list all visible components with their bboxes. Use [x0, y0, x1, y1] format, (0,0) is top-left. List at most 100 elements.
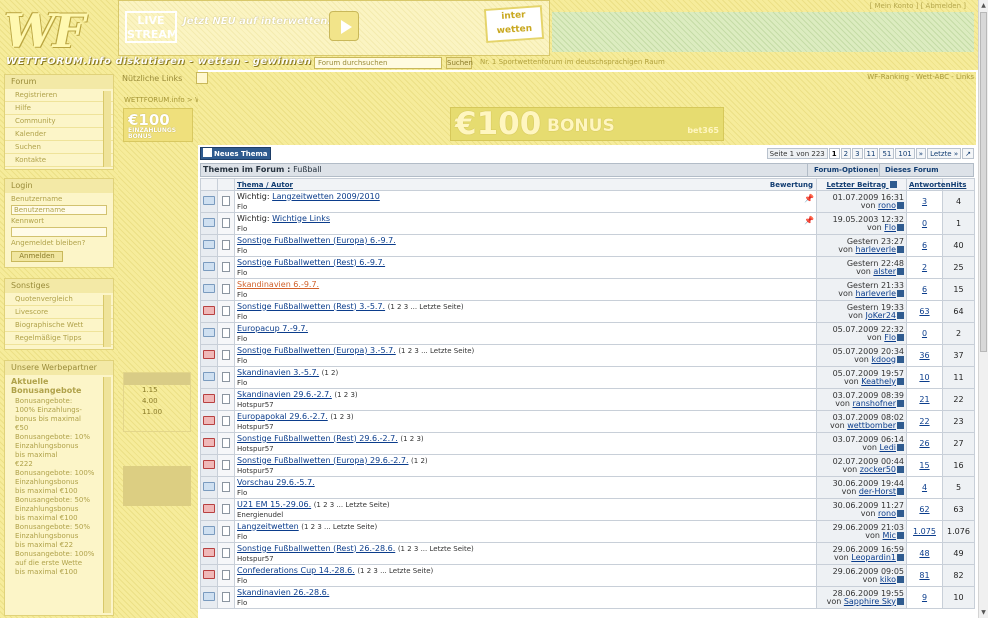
- new-thread-button[interactable]: Neues Thema: [200, 147, 272, 160]
- thread-author[interactable]: Hotspur57: [237, 444, 814, 454]
- header-last-post[interactable]: Letzter Beitrag: [816, 178, 907, 191]
- jump-page-icon[interactable]: ↗: [962, 148, 974, 159]
- thread-title-link[interactable]: Sonstige Fußballwetten (Europa) 3.-5.7.: [237, 346, 396, 355]
- sidebar-extras-scrollbar[interactable]: [103, 295, 111, 347]
- page-link[interactable]: 51: [879, 148, 895, 159]
- go-to-last-post-icon[interactable]: [897, 377, 904, 385]
- go-to-last-post-icon[interactable]: [897, 575, 904, 583]
- username-field[interactable]: Benutzername: [11, 205, 107, 215]
- replies-link[interactable]: 1.075: [913, 527, 936, 536]
- go-to-last-post-icon[interactable]: [897, 443, 904, 451]
- page-link[interactable]: 101: [895, 148, 915, 159]
- last-post-user[interactable]: kdoog: [871, 355, 896, 364]
- go-to-last-post-icon[interactable]: [897, 421, 904, 429]
- last-post-user[interactable]: harleverle: [856, 245, 897, 254]
- thread-author[interactable]: Flo: [237, 202, 814, 212]
- thread-title-link[interactable]: Vorschau 29.6.-5.7.: [237, 478, 315, 487]
- last-post-user[interactable]: kiko: [880, 575, 896, 584]
- thread-author[interactable]: Flo: [237, 268, 814, 278]
- last-post-user[interactable]: Keathely: [861, 377, 896, 386]
- thread-author[interactable]: Hotspur57: [237, 466, 814, 476]
- offer-line[interactable]: Bonusangebote: 50%: [5, 496, 113, 505]
- header-author-label[interactable]: Autor: [271, 181, 293, 189]
- thread-title-link[interactable]: Confederations Cup 14.-28.6.: [237, 566, 355, 575]
- go-to-last-post-icon[interactable]: [897, 487, 904, 495]
- thread-author[interactable]: Energienudel: [237, 510, 814, 520]
- last-post-user[interactable]: der-Horst: [859, 487, 896, 496]
- go-to-last-post-icon[interactable]: [897, 553, 904, 561]
- go-to-last-post-icon[interactable]: [897, 201, 904, 209]
- sidebar-item-livescore[interactable]: Livescore: [5, 306, 113, 319]
- thread-title-link[interactable]: Skandinavien 6.-9.7.: [237, 280, 319, 289]
- replies-link[interactable]: 9: [922, 593, 927, 602]
- replies-link[interactable]: 10: [919, 373, 929, 382]
- go-to-last-post-icon[interactable]: [897, 509, 904, 517]
- thread-title-link[interactable]: Skandinavien 26.-28.6.: [237, 588, 329, 597]
- last-post-user[interactable]: Flo: [884, 333, 896, 342]
- poll-option-3[interactable]: 11.00: [124, 407, 190, 418]
- go-to-last-post-icon[interactable]: [897, 289, 904, 297]
- replies-link[interactable]: 21: [919, 395, 929, 404]
- replies-link[interactable]: 15: [919, 461, 929, 470]
- thread-title-link[interactable]: Skandinavien 29.6.-2.7.: [237, 390, 332, 399]
- sidebar-item-help[interactable]: Hilfe: [5, 102, 113, 115]
- page-link[interactable]: 2: [840, 148, 852, 159]
- last-post-user[interactable]: rono: [878, 509, 896, 518]
- sidebar-scrollbar[interactable]: [103, 91, 111, 167]
- forum-search-menu[interactable]: Dieses Forum durchsuchen: [879, 164, 973, 186]
- sidebar-item-community[interactable]: Community: [5, 115, 113, 128]
- last-post-user[interactable]: alster: [873, 267, 896, 276]
- last-post-user[interactable]: Ledi: [879, 443, 896, 452]
- sidebar-offers-scrollbar[interactable]: [103, 377, 111, 613]
- offer-line[interactable]: auf die erste Wette: [5, 559, 113, 568]
- replies-link[interactable]: 4: [922, 483, 927, 492]
- go-to-last-post-icon[interactable]: [897, 245, 904, 253]
- offer-line[interactable]: Einzahlungsbonus: [5, 442, 113, 451]
- thread-page-links[interactable]: (1 2): [411, 457, 428, 465]
- last-post-user[interactable]: Sapphire Sky: [844, 597, 896, 606]
- top-page-links[interactable]: WF-Ranking - Wett-ABC - Links: [867, 73, 974, 81]
- thread-author[interactable]: Flo: [237, 334, 814, 344]
- offer-line[interactable]: Bonusangebote: 10%: [5, 433, 113, 442]
- replies-link[interactable]: 81: [919, 571, 929, 580]
- header-rating-label[interactable]: Bewertung: [770, 181, 813, 189]
- page-link[interactable]: 3: [852, 148, 863, 159]
- go-to-last-post-icon[interactable]: [897, 333, 904, 341]
- sidebar-item-contacts[interactable]: Kontakte: [5, 154, 113, 167]
- header-topic[interactable]: Thema / Autor Bewertung: [234, 178, 817, 191]
- thread-page-links[interactable]: (1 2 3 ... Letzte Seite): [314, 501, 390, 509]
- thread-page-links[interactable]: (1 2 3): [334, 391, 357, 399]
- thread-author[interactable]: Hotspur57: [237, 422, 814, 432]
- thread-author[interactable]: Flo: [237, 312, 814, 322]
- last-post-user[interactable]: Leopardin1: [851, 553, 896, 562]
- offer-line[interactable]: Bonusangebote: 100%: [5, 469, 113, 478]
- page-link-current[interactable]: 1: [828, 148, 840, 159]
- thread-page-links[interactable]: (1 2 3): [330, 413, 353, 421]
- offer-line[interactable]: bis maximal €100: [5, 487, 113, 496]
- last-page-link[interactable]: Letzte »: [927, 148, 962, 159]
- go-to-last-post-icon[interactable]: [897, 355, 904, 363]
- sidebar-item-bio-bet[interactable]: Biographische Wett: [5, 319, 113, 332]
- thread-title-link[interactable]: Skandinavien 3.-5.7.: [237, 368, 319, 377]
- replies-link[interactable]: 48: [919, 549, 929, 558]
- thread-title-link[interactable]: Langzeitwetten 2009/2010: [272, 192, 380, 201]
- sidebar-item-register[interactable]: Registrieren: [5, 89, 113, 102]
- thread-title-link[interactable]: Sonstige Fußballwetten (Rest) 6.-9.7.: [237, 258, 385, 267]
- thread-page-links[interactable]: (1 2 3 ... Letzte Seite): [398, 545, 474, 553]
- last-post-user[interactable]: Mic: [882, 531, 896, 540]
- thread-title-link[interactable]: Europacup 7.-9.7.: [237, 324, 308, 333]
- header-replies[interactable]: Antworten: [906, 178, 951, 191]
- scroll-up-icon[interactable]: ▲: [980, 1, 987, 10]
- thread-page-links[interactable]: (1 2 3 ... Letzte Seite): [357, 567, 433, 575]
- sidebar-item-regular-tips[interactable]: Regelmäßige Tipps: [5, 332, 113, 345]
- thread-author[interactable]: Hotspur57: [237, 400, 814, 410]
- offer-line[interactable]: bis maximal €22: [5, 541, 113, 550]
- thread-page-links[interactable]: (1 2 3): [400, 435, 423, 443]
- top-user-links[interactable]: [ Mein Konto ] [ Abmelden ]: [870, 2, 966, 10]
- header-last-post-label[interactable]: Letzter Beitrag: [826, 181, 886, 189]
- poll-option-1[interactable]: 1.15: [124, 385, 190, 396]
- replies-link[interactable]: 36: [919, 351, 929, 360]
- offer-line[interactable]: €222: [5, 460, 113, 469]
- last-post-user[interactable]: wettbomber: [847, 421, 896, 430]
- header-topic-label[interactable]: Thema: [237, 181, 264, 189]
